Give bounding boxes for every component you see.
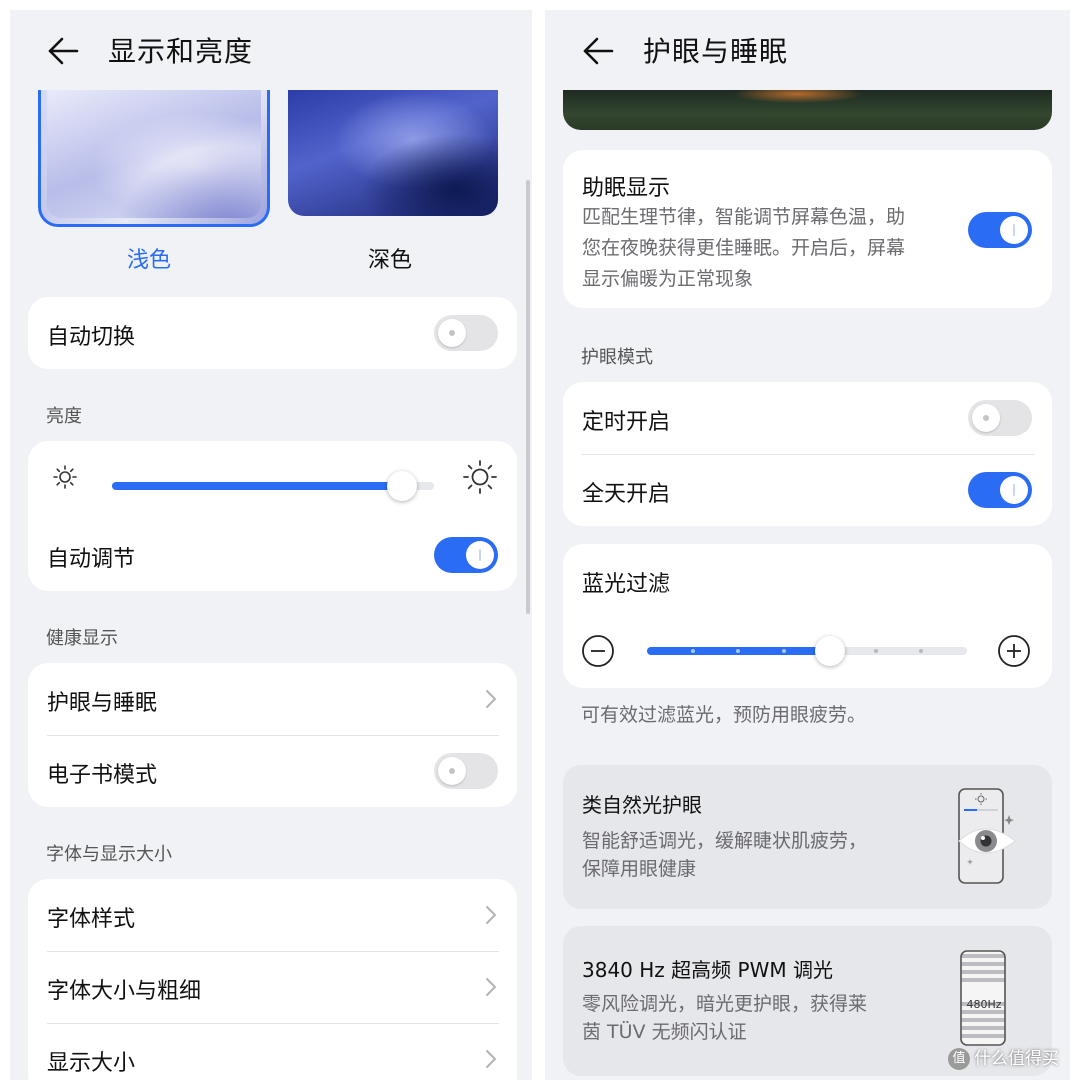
auto-switch-label: 自动切换 <box>47 325 136 350</box>
chevron-right-icon <box>486 906 496 924</box>
brightness-section-label: 亮度 <box>46 406 82 427</box>
all-day-toggle[interactable] <box>968 472 1032 508</box>
sleep-display-description: 匹配生理节律，智能调节屏幕色温，助 您在夜晚获得更佳睡眠。开启后，屏幕 显示偏暖… <box>582 202 942 295</box>
sleep-display-card: 助眠显示 匹配生理节律，智能调节屏幕色温，助 您在夜晚获得更佳睡眠。开启后，屏幕… <box>563 150 1052 308</box>
eye-sleep-label: 护眼与睡眠 <box>47 691 158 716</box>
chevron-right-icon <box>486 690 496 708</box>
font-size-weight-label: 字体大小与粗细 <box>47 979 202 1004</box>
ebook-mode-label: 电子书模式 <box>47 763 158 788</box>
scheduled-label: 定时开启 <box>582 410 671 435</box>
dark-theme-preview[interactable] <box>288 90 498 216</box>
light-theme-label: 浅色 <box>127 248 172 273</box>
display-size-label: 显示大小 <box>47 1051 136 1076</box>
light-theme-preview[interactable] <box>38 90 270 227</box>
dark-theme-label: 深色 <box>368 248 413 273</box>
auto-adjust-label: 自动调节 <box>47 547 136 572</box>
font-display-card: 字体样式 字体大小与粗细 显示大小 <box>28 879 517 1080</box>
scheduled-toggle[interactable] <box>968 400 1032 436</box>
blue-light-filter-card: 蓝光过滤 <box>563 544 1052 688</box>
all-day-label: 全天开启 <box>582 482 671 507</box>
minus-circle-icon[interactable] <box>581 634 615 668</box>
plus-circle-icon[interactable] <box>997 634 1031 668</box>
display-size-row[interactable]: 显示大小 <box>28 1023 517 1080</box>
sun-small-icon <box>53 465 77 489</box>
health-display-card: 护眼与睡眠 电子书模式 <box>28 663 517 807</box>
description-line: 匹配生理节律，智能调节屏幕色温，助 <box>582 206 906 228</box>
slider-step-dot <box>690 649 695 653</box>
brightness-slider-thumb[interactable] <box>386 471 417 501</box>
auto-adjust-toggle[interactable] <box>434 537 498 573</box>
feature-description: 智能舒适调光，缓解睫状肌疲劳， 保障用眼健康 <box>582 827 867 883</box>
ebook-mode-toggle[interactable] <box>434 753 498 789</box>
eye-sleep-row[interactable]: 护眼与睡眠 <box>28 663 517 735</box>
back-arrow-icon[interactable] <box>581 34 615 68</box>
scrollbar[interactable] <box>526 180 530 614</box>
brightness-slider-fill <box>112 482 402 490</box>
sun-large-icon <box>463 460 497 494</box>
header: 显示和亮度 <box>10 10 532 90</box>
brightness-slider[interactable] <box>112 482 434 490</box>
divider <box>47 735 499 736</box>
description-line: 茵 TÜV 无频闪认证 <box>582 1021 747 1043</box>
blue-light-slider-thumb[interactable] <box>814 636 845 666</box>
watermark-text: 什么值得买 <box>974 1049 1059 1069</box>
hero-banner-image <box>563 90 1052 130</box>
eye-mode-card: 定时开启 全天开启 <box>563 382 1052 526</box>
sleep-display-toggle[interactable] <box>968 212 1032 248</box>
eye-phone-icon <box>958 788 1016 884</box>
description-line: 保障用眼健康 <box>582 858 697 880</box>
chevron-right-icon <box>486 978 496 996</box>
blue-light-hint: 可有效过滤蓝光，预防用眼疲劳。 <box>581 704 867 726</box>
eye-mode-section-label: 护眼模式 <box>581 347 653 368</box>
feature-title: 类自然光护眼 <box>582 793 702 817</box>
display-brightness-panel: 浅色 深色 自动切换 亮度 自动调节 健康显示 护眼与睡眠 电子书模式 字体与显… <box>10 10 532 1080</box>
back-arrow-icon[interactable] <box>46 34 80 68</box>
sleep-display-title: 助眠显示 <box>582 176 671 201</box>
health-display-section-label: 健康显示 <box>46 628 118 649</box>
divider <box>582 454 1034 455</box>
auto-switch-toggle[interactable] <box>434 315 498 351</box>
page-title: 护眼与睡眠 <box>643 35 789 68</box>
font-size-weight-row[interactable]: 字体大小与粗细 <box>28 951 517 1023</box>
page-title: 显示和亮度 <box>108 35 254 68</box>
feature-description: 零风险调光，暗光更护眼，获得莱 茵 TÜV 无频闪认证 <box>582 990 867 1046</box>
font-size-section-label: 字体与显示大小 <box>46 844 172 865</box>
slider-step-dot <box>873 649 878 653</box>
description-line: 智能舒适调光，缓解睫状肌疲劳， <box>582 830 868 852</box>
description-line: 您在夜晚获得更佳睡眠。开启后，屏幕 <box>582 237 906 259</box>
description-line: 零风险调光，暗光更护眼，获得莱 <box>582 993 868 1015</box>
chevron-right-icon <box>486 1050 496 1068</box>
pwm-frequency-label: 480Hz <box>966 998 1002 1011</box>
feature-title: 3840 Hz 超高频 PWM 调光 <box>582 958 833 982</box>
watermark: 值什么值得买 <box>948 1044 1059 1070</box>
description-line: 显示偏暖为正常现象 <box>582 268 754 290</box>
watermark-badge: 值 <box>948 1048 970 1070</box>
auto-switch-card: 自动切换 <box>28 297 517 369</box>
font-style-label: 字体样式 <box>47 907 136 932</box>
blue-light-filter-title: 蓝光过滤 <box>582 572 671 597</box>
eye-sleep-panel: 助眠显示 匹配生理节律，智能调节屏幕色温，助 您在夜晚获得更佳睡眠。开启后，屏幕… <box>545 10 1070 1080</box>
header: 护眼与睡眠 <box>545 10 1070 90</box>
font-style-row[interactable]: 字体样式 <box>28 879 517 951</box>
natural-light-feature-card: 类自然光护眼 智能舒适调光，缓解睫状肌疲劳， 保障用眼健康 <box>563 765 1052 909</box>
brightness-card: 自动调节 <box>28 441 517 591</box>
